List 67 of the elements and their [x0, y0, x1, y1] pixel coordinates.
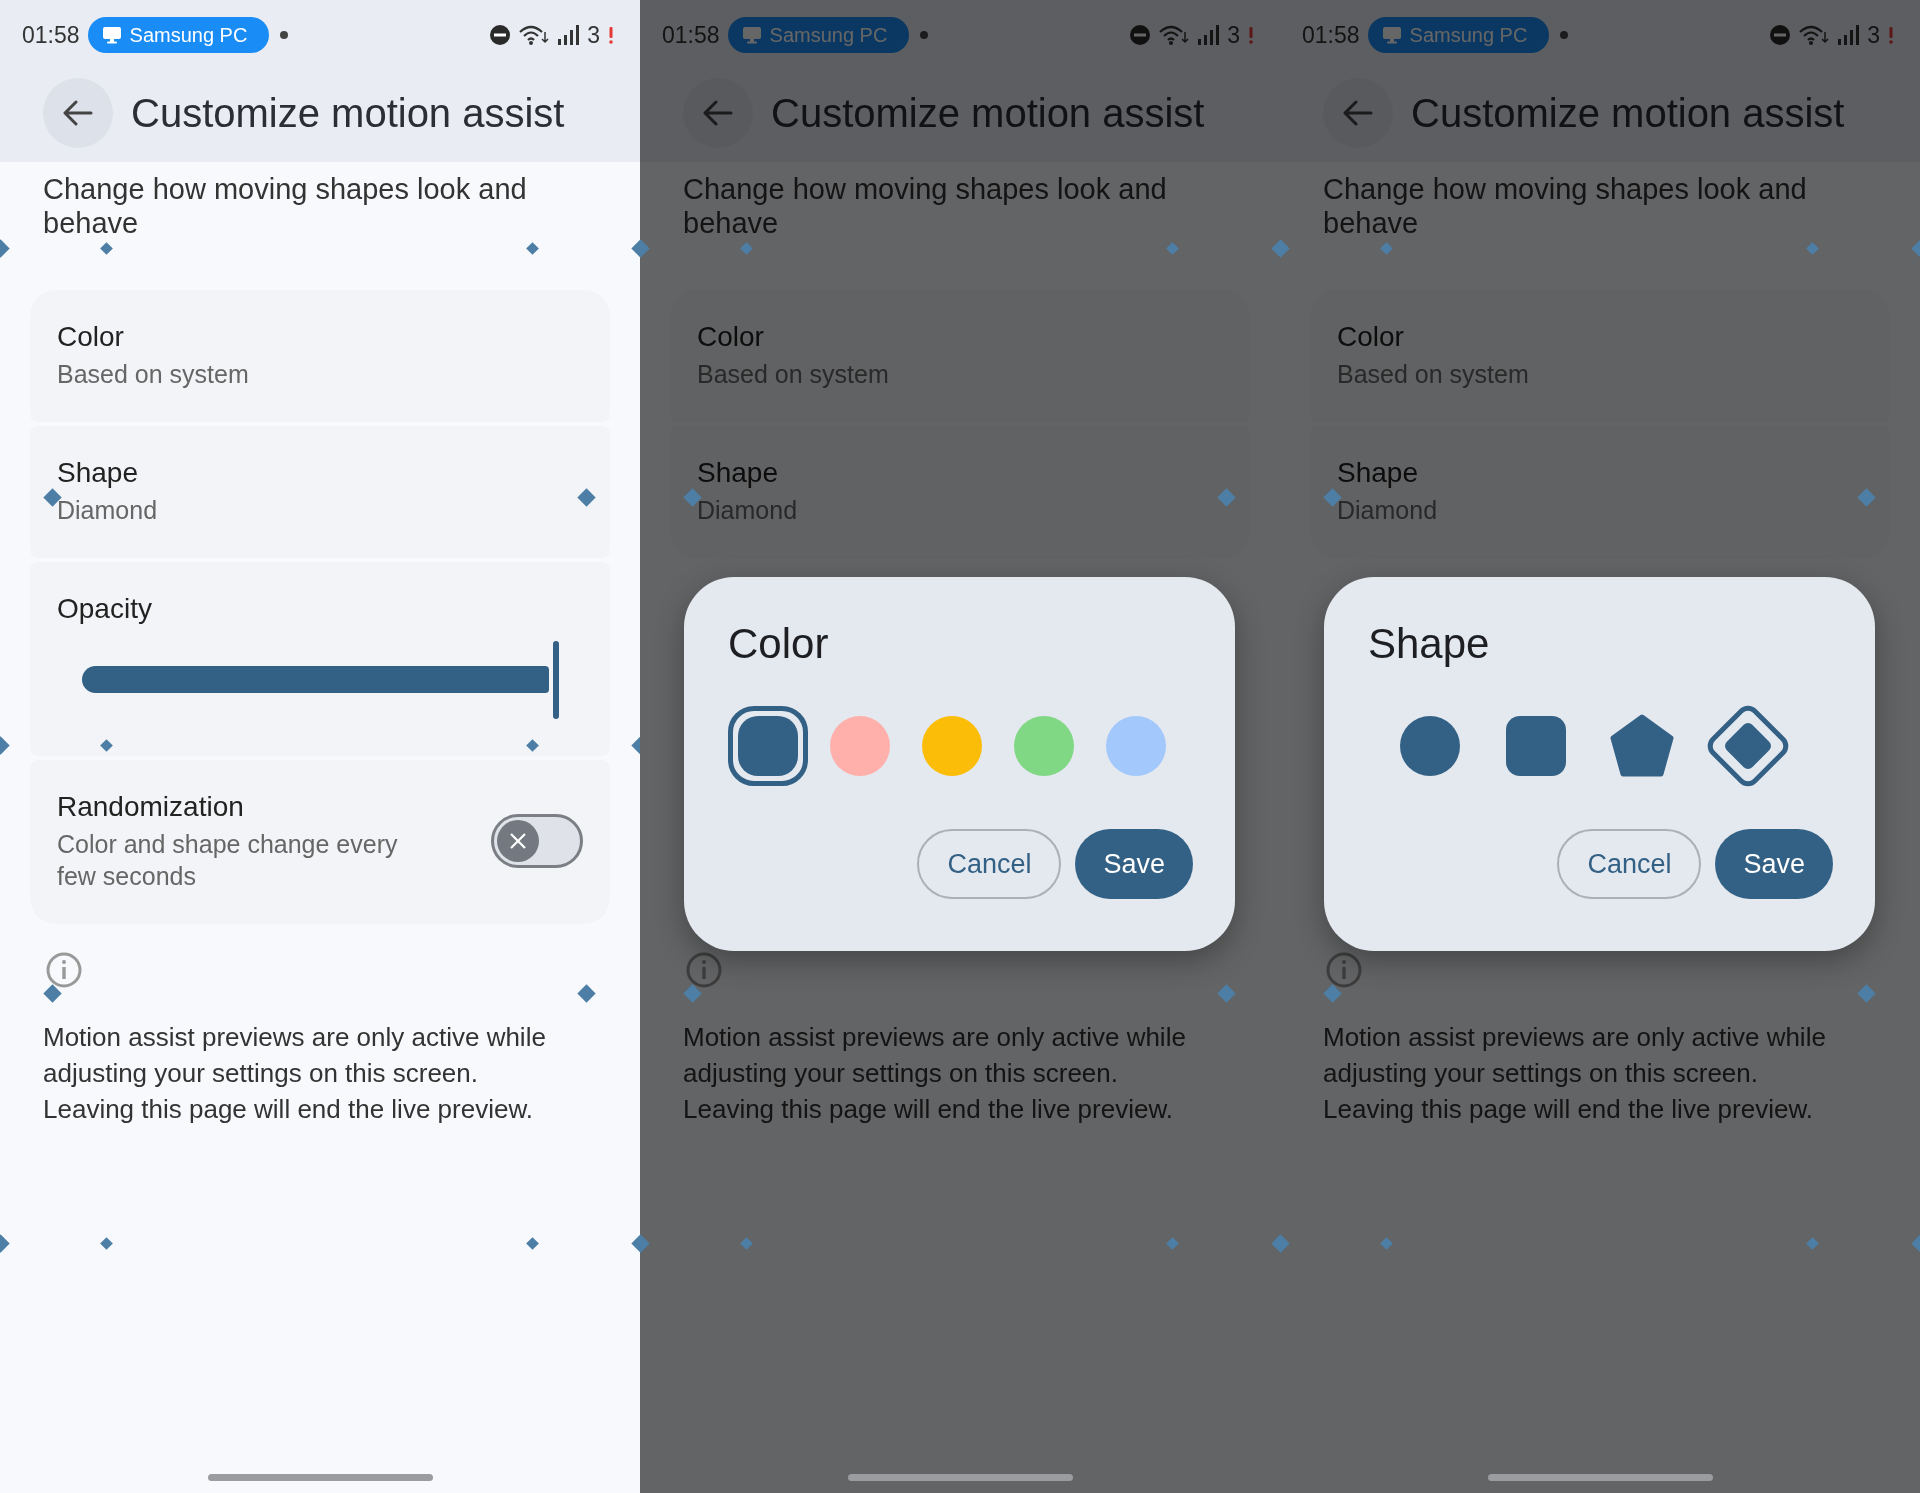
clock-time: 01:58: [22, 20, 80, 50]
dialog-title: Shape: [1368, 619, 1491, 669]
save-button[interactable]: Save: [1075, 829, 1193, 899]
network-label: 3: [587, 20, 600, 50]
save-button[interactable]: Save: [1715, 829, 1833, 899]
setting-value: Color and shape change every few seconds: [57, 829, 399, 892]
do-not-disturb-icon: [489, 24, 512, 46]
info-icon: [685, 951, 723, 989]
setting-value: Based on system: [1337, 359, 1530, 390]
info-text: Motion assist previews are only active while adjusting your settings on this screen. Leaving this page will end the live preview.: [43, 1021, 547, 1126]
setting-label: Opacity: [57, 592, 153, 626]
page-description: Change how moving shapes look and behave: [682, 172, 1168, 240]
alert-icon: [1888, 25, 1894, 45]
info-text: Motion assist previews are only active while adjusting your settings on this screen. Leaving this page will end the live preview.: [1323, 1021, 1827, 1126]
wifi-icon: [1799, 24, 1830, 46]
back-arrow-icon: [703, 100, 733, 126]
signal-icon: [1197, 24, 1220, 46]
setting-label: Shape: [57, 456, 139, 490]
setting-value: Diamond: [697, 495, 799, 526]
cancel-button[interactable]: Cancel: [917, 829, 1062, 899]
signal-icon: [1837, 24, 1860, 46]
close-icon: [508, 831, 528, 851]
page-title: Customize motion assist: [771, 90, 1205, 137]
network-label: 3: [1227, 20, 1240, 50]
page-title: Customize motion assist: [1411, 90, 1845, 137]
page-description: Change how moving shapes look and behave: [1322, 172, 1808, 240]
setting-row[interactable]: Color Based on system: [30, 290, 610, 422]
setting-row[interactable]: Randomization Color and shape change every few seconds: [30, 760, 610, 924]
cancel-button[interactable]: Cancel: [1557, 829, 1702, 899]
monitor-icon: [1381, 26, 1402, 44]
alert-icon: [608, 25, 614, 45]
setting-label: Color: [57, 320, 125, 354]
cast-chip[interactable]: Samsung PC: [87, 17, 270, 53]
back-arrow-icon: [1343, 100, 1373, 126]
setting-label: Shape: [1337, 456, 1419, 490]
info-icon: [45, 951, 83, 989]
setting-row[interactable]: Opacity: [30, 562, 610, 756]
do-not-disturb-icon: [1769, 24, 1792, 46]
setting-row[interactable]: Shape Diamond: [30, 426, 610, 558]
setting-value: Diamond: [57, 495, 159, 526]
back-arrow-icon: [63, 100, 93, 126]
wifi-icon: [519, 24, 550, 46]
toggle-switch[interactable]: [491, 814, 583, 868]
setting-label: Shape: [697, 456, 779, 490]
page-description: Change how moving shapes look and behave: [42, 172, 528, 240]
network-label: 3: [1867, 20, 1880, 50]
info-text: Motion assist previews are only active while adjusting your settings on this screen. Leaving this page will end the live preview.: [683, 1021, 1187, 1126]
page-title: Customize motion assist: [131, 90, 565, 137]
alert-icon: [1248, 25, 1254, 45]
color-swatch[interactable]: [728, 706, 808, 786]
signal-icon: [557, 24, 580, 46]
clock-time: 01:58: [662, 20, 720, 50]
setting-label: Color: [1337, 320, 1405, 354]
info-icon: [1325, 951, 1363, 989]
monitor-icon: [101, 26, 122, 44]
pentagon-icon: [1608, 712, 1676, 780]
setting-value: Diamond: [1337, 495, 1439, 526]
monitor-icon: [741, 26, 762, 44]
setting-label: Color: [697, 320, 765, 354]
do-not-disturb-icon: [1129, 24, 1152, 46]
dialog-title: Color: [728, 619, 830, 669]
setting-value: Based on system: [57, 359, 250, 390]
clock-time: 01:58: [1302, 20, 1360, 50]
slider-thumb[interactable]: [552, 641, 559, 719]
setting-value: Based on system: [697, 359, 890, 390]
wifi-icon: [1159, 24, 1190, 46]
setting-label: Randomization: [57, 790, 245, 824]
